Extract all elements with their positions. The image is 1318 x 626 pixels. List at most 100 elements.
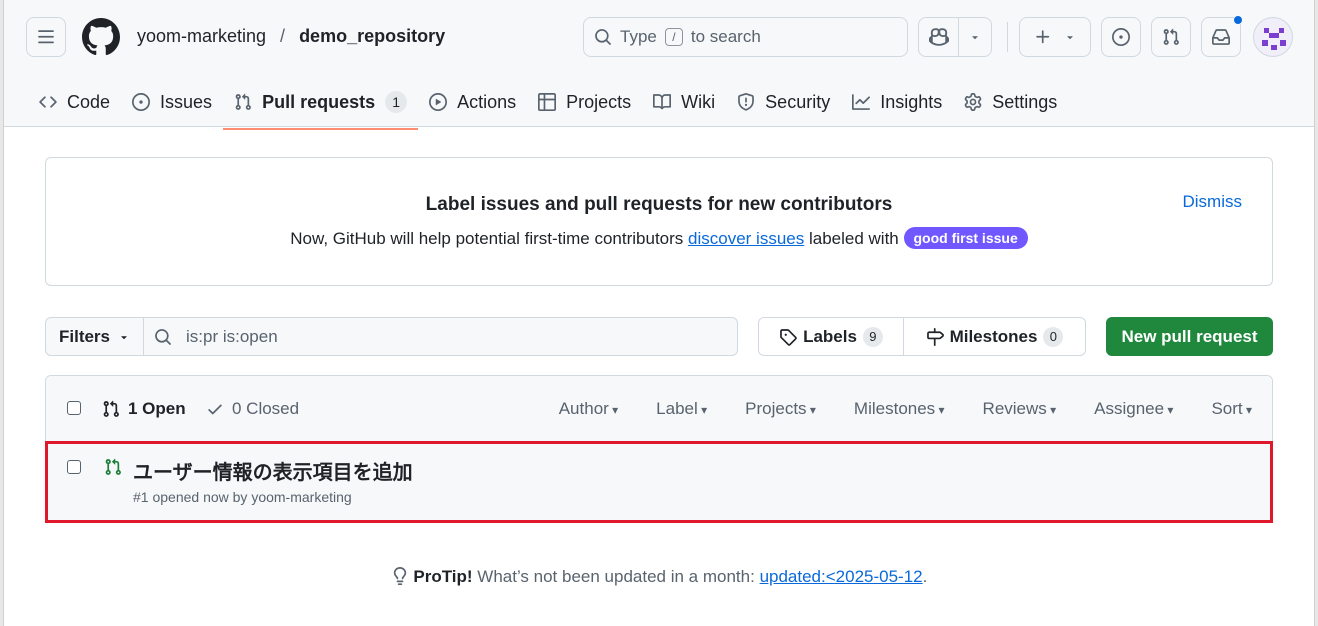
list-header: 1 Open 0 Closed Author Label Projects Mi… — [46, 376, 1272, 442]
chevron-down-icon — [972, 36, 978, 40]
closed-filter[interactable]: 0 Closed — [206, 399, 299, 419]
tab-issues[interactable]: Issues — [121, 82, 223, 122]
tab-security[interactable]: Security — [726, 82, 841, 122]
table-icon — [538, 93, 557, 111]
repo-header: yoom-marketing / demo_repository Type / … — [4, 0, 1314, 130]
graph-icon — [852, 94, 871, 110]
hamburger-icon — [38, 30, 54, 44]
protip-label: ProTip! — [413, 567, 473, 586]
breadcrumb-separator: / — [280, 26, 286, 46]
new-pull-request-button[interactable]: New pull request — [1106, 317, 1273, 356]
banner-title: Label issues and pull requests for new c… — [425, 194, 893, 215]
git-pull-request-icon — [235, 93, 251, 110]
tab-code[interactable]: Code — [28, 82, 121, 122]
copilot-button[interactable] — [918, 17, 992, 57]
open-filter[interactable]: 1 Open — [102, 399, 186, 419]
discover-issues-link[interactable]: discover issues — [688, 229, 804, 248]
tab-label: Insights — [880, 91, 943, 112]
your-pull-requests-button[interactable] — [1151, 17, 1191, 57]
good-first-issue-label[interactable]: good first issue — [903, 227, 1028, 249]
play-icon — [429, 93, 448, 111]
tab-label: Projects — [566, 91, 632, 112]
assignee-menu[interactable]: Assignee — [1094, 399, 1173, 419]
labels-button[interactable]: Labels 9 — [759, 318, 904, 355]
filter-search-input[interactable]: is:pr is:open — [144, 327, 278, 347]
banner-text-before: Now, GitHub will help potential first-ti… — [290, 229, 684, 248]
dismiss-button[interactable]: Dismiss — [1183, 192, 1243, 212]
search-input[interactable]: Type / to search — [583, 17, 908, 57]
plus-icon — [1036, 30, 1050, 44]
create-new-button[interactable] — [1019, 17, 1091, 57]
tab-label: Code — [67, 91, 111, 112]
protip-end: . — [922, 567, 928, 586]
breadcrumb-org[interactable]: yoom-marketing — [137, 26, 266, 47]
milestones-menu[interactable]: Milestones — [854, 399, 945, 419]
labels-counter: 9 — [862, 326, 883, 347]
list-item[interactable]: ユーザー情報の表示項目を追加 #1 opened now by yoom-mar… — [46, 442, 1272, 522]
tag-icon — [780, 328, 797, 346]
identicon-icon — [1262, 28, 1286, 50]
projects-menu[interactable]: Projects — [745, 399, 816, 419]
label-menu[interactable]: Label — [656, 399, 707, 419]
breadcrumb: yoom-marketing / demo_repository — [137, 26, 445, 47]
light-bulb-icon — [393, 567, 406, 585]
milestones-button[interactable]: Milestones 0 — [904, 318, 1085, 355]
tab-label: Actions — [457, 91, 517, 112]
search-icon — [595, 29, 611, 45]
inbox-icon — [1212, 29, 1230, 45]
filter-query: is:pr is:open — [186, 326, 278, 346]
issue-opened-icon — [1112, 28, 1130, 46]
filter-bar: Filters is:pr is:open — [45, 317, 738, 356]
tab-label: Issues — [160, 91, 213, 112]
tab-insights[interactable]: Insights — [841, 82, 953, 122]
protip: ProTip! What’s not been updated in a mon… — [0, 567, 1318, 587]
filters-button[interactable]: Filters — [46, 318, 144, 355]
book-icon — [653, 94, 672, 110]
check-icon — [208, 404, 222, 415]
avatar[interactable] — [1253, 17, 1293, 57]
labels-label: Labels — [803, 326, 857, 346]
git-pull-request-icon — [1163, 28, 1179, 45]
window-edge-right — [1314, 0, 1318, 626]
row-checkbox[interactable] — [67, 460, 81, 474]
tab-label: Security — [765, 91, 831, 112]
milestone-icon — [926, 327, 944, 346]
pull-request-list: 1 Open 0 Closed Author Label Projects Mi… — [45, 375, 1273, 523]
code-icon — [39, 96, 57, 108]
tab-projects[interactable]: Projects — [527, 82, 642, 122]
search-shortcut-key: / — [664, 28, 683, 46]
tab-wiki[interactable]: Wiki — [642, 82, 726, 122]
protip-link[interactable]: updated:<2025-05-12 — [760, 567, 923, 586]
milestones-counter: 0 — [1043, 326, 1064, 347]
github-logo-icon[interactable] — [82, 18, 120, 56]
tab-actions[interactable]: Actions — [418, 82, 527, 122]
header-divider — [1007, 22, 1008, 52]
author-menu[interactable]: Author — [559, 399, 618, 419]
your-issues-button[interactable] — [1101, 17, 1141, 57]
tab-pull-requests[interactable]: Pull requests 1 — [223, 82, 419, 130]
menu-button[interactable] — [26, 17, 66, 57]
caret-down-icon — [121, 335, 127, 339]
banner-text-after: labeled with — [808, 229, 899, 248]
breadcrumb-repo[interactable]: demo_repository — [299, 26, 445, 47]
shield-icon — [738, 93, 755, 111]
git-pull-request-open-icon — [105, 458, 121, 475]
pr-meta: #1 opened now by yoom-marketing — [133, 489, 352, 505]
search-icon — [155, 328, 171, 345]
tab-label: Wiki — [681, 91, 716, 112]
tab-settings[interactable]: Settings — [953, 82, 1068, 122]
pr-title-link[interactable]: ユーザー情報の表示項目を追加 — [133, 456, 413, 485]
tab-label: Pull requests — [262, 91, 376, 112]
sort-menu[interactable]: Sort — [1211, 399, 1252, 419]
filters-label: Filters — [58, 326, 111, 346]
chevron-down-icon — [1067, 36, 1073, 40]
protip-text: What’s not been updated in a month: — [477, 567, 755, 586]
gear-icon — [964, 93, 982, 111]
git-pull-request-icon — [103, 400, 119, 417]
closed-count: 0 Closed — [232, 399, 300, 418]
reviews-menu[interactable]: Reviews — [983, 399, 1057, 419]
search-suffix: to search — [690, 27, 761, 46]
search-prefix: Type — [620, 27, 657, 46]
pull-requests-counter: 1 — [385, 91, 408, 113]
select-all-checkbox[interactable] — [67, 401, 81, 415]
